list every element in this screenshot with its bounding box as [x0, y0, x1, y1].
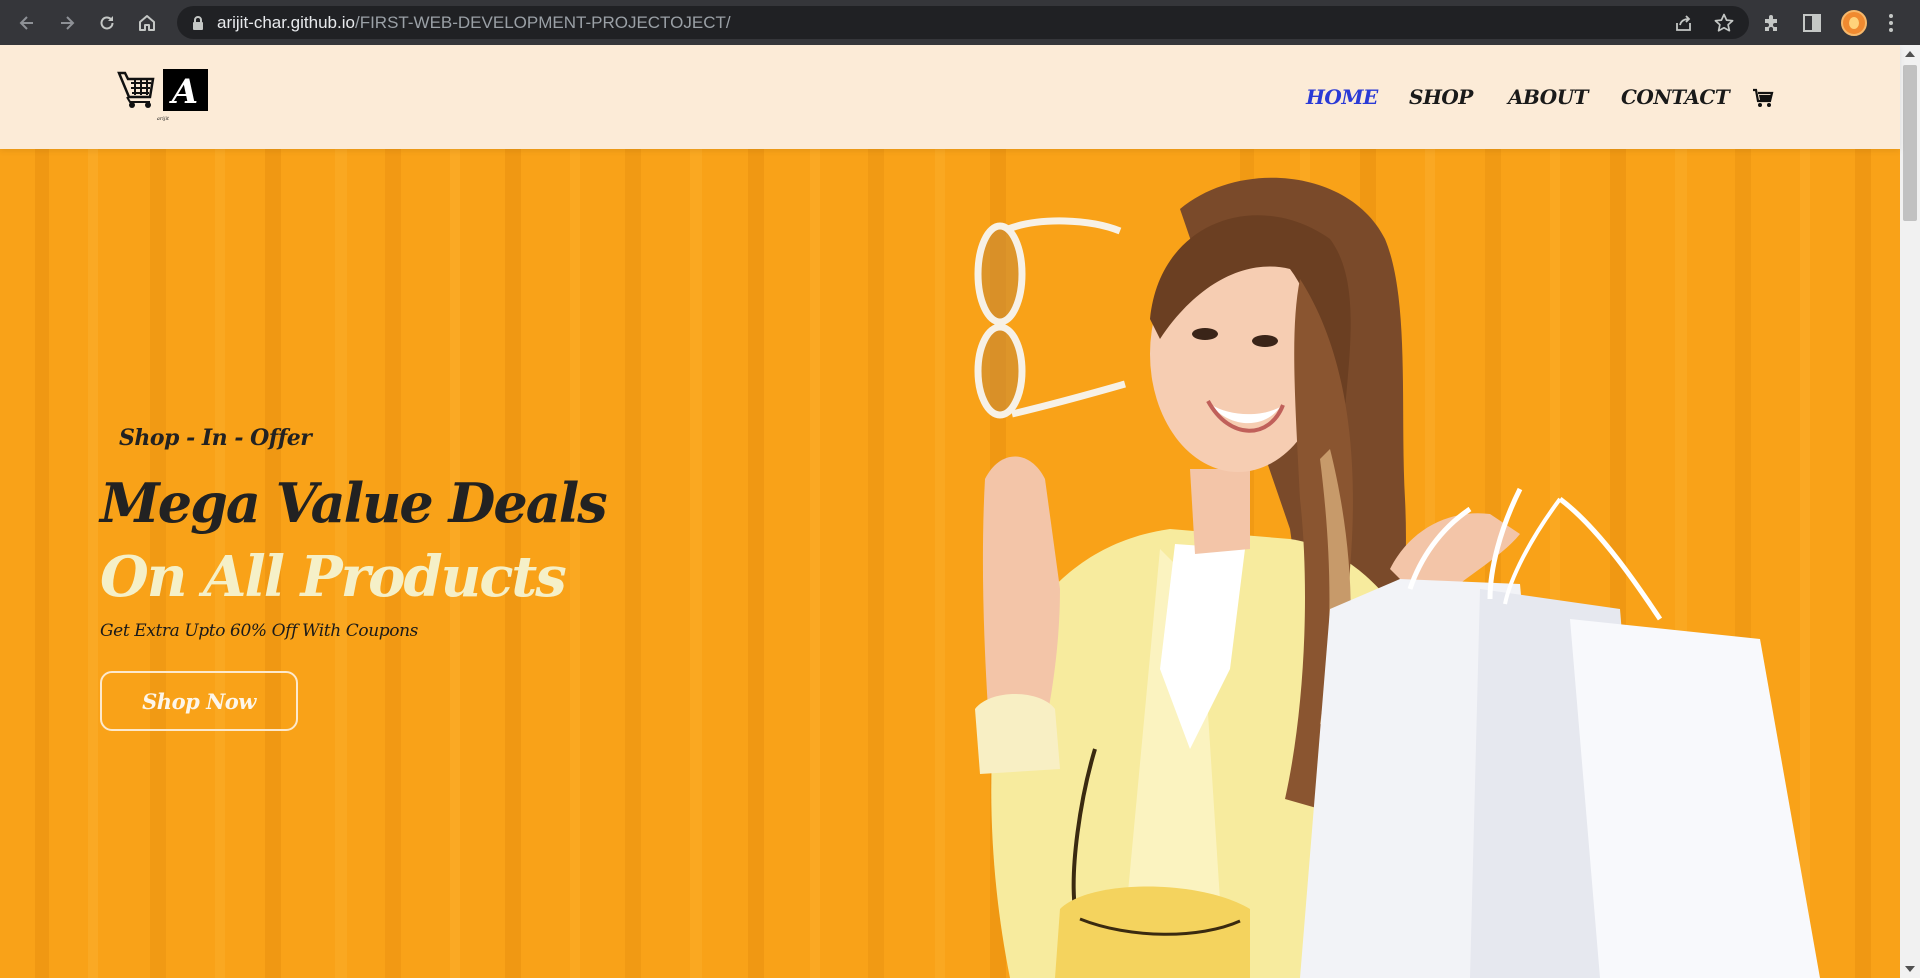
scrollbar-thumb[interactable] [1903, 65, 1917, 221]
url-text[interactable]: arijit-char.github.io/FIRST-WEB-DEVELOPM… [217, 13, 731, 33]
main-nav: HOME SHOP ABOUT CONTACT [0, 85, 1900, 115]
hero-subline: Get Extra Upto 60% Off With Coupons [100, 621, 418, 641]
page-viewport: A arijit HOME SHOP ABOUT CONTACT Shop - … [0, 45, 1920, 978]
menu-dots-icon[interactable] [1887, 10, 1895, 36]
scroll-up-arrow-icon[interactable] [1905, 51, 1915, 57]
star-icon[interactable] [1713, 12, 1735, 34]
browser-toolbar: arijit-char.github.io/FIRST-WEB-DEVELOPM… [0, 0, 1920, 45]
reload-icon[interactable] [91, 7, 123, 39]
side-panel-icon[interactable] [1800, 11, 1824, 35]
hero-section: Shop - In - Offer Mega Value Deals On Al… [0, 149, 1900, 978]
page-scrollbar[interactable] [1900, 45, 1920, 978]
hero-tagline: Shop - In - Offer [119, 425, 312, 451]
hero-headline-line2: On All Products [100, 544, 567, 610]
nav-home-link[interactable]: HOME [1306, 85, 1378, 109]
shopping-cart-icon[interactable] [1752, 87, 1774, 109]
nav-contact-link[interactable]: CONTACT [1621, 85, 1730, 109]
site-header: A arijit HOME SHOP ABOUT CONTACT [0, 45, 1900, 149]
nav-shop-link[interactable]: SHOP [1409, 85, 1473, 109]
profile-avatar[interactable] [1841, 10, 1867, 36]
shop-now-button[interactable]: Shop Now [100, 671, 298, 731]
share-icon[interactable] [1673, 12, 1695, 34]
back-arrow-icon[interactable] [11, 7, 43, 39]
address-bar[interactable]: arijit-char.github.io/FIRST-WEB-DEVELOPM… [177, 6, 1749, 39]
url-path: /FIRST-WEB-DEVELOPMENT-PROJECTOJECT/ [354, 13, 731, 32]
lock-icon[interactable] [191, 15, 205, 31]
extensions-puzzle-icon[interactable] [1760, 11, 1784, 35]
nav-about-link[interactable]: ABOUT [1508, 85, 1589, 109]
url-host: arijit-char.github.io [217, 13, 355, 32]
hero-headline-line1: Mega Value Deals [100, 471, 608, 535]
scroll-down-arrow-icon[interactable] [1905, 966, 1915, 972]
home-icon[interactable] [131, 7, 163, 39]
forward-arrow-icon[interactable] [51, 7, 83, 39]
logo-caption: arijit [157, 116, 170, 122]
